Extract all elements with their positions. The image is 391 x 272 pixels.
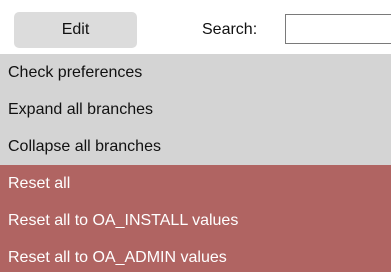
search-input[interactable] [285, 14, 391, 44]
toolbar: Edit Search: [0, 0, 391, 54]
edit-dropdown-menu: Check preferences Expand all branches Co… [0, 54, 391, 272]
menu-item-reset-all-oa-admin[interactable]: Reset all to OA_ADMIN values [0, 239, 391, 272]
menu-item-label: Reset all to OA_INSTALL values [8, 212, 239, 229]
search-label: Search: [202, 21, 258, 38]
menu-item-label: Collapse all branches [8, 138, 161, 155]
menu-item-label: Reset all [8, 175, 71, 192]
menu-item-label: Check preferences [8, 64, 143, 81]
preferences-edit-panel: Edit Search: Check preferences Expand al… [0, 0, 391, 272]
edit-menu-label: Edit [61, 21, 90, 38]
menu-item-expand-all-branches[interactable]: Expand all branches [0, 91, 391, 129]
menu-item-reset-all-oa-install[interactable]: Reset all to OA_INSTALL values [0, 202, 391, 240]
menu-item-label: Reset all to OA_ADMIN values [8, 249, 227, 266]
menu-item-reset-all[interactable]: Reset all [0, 165, 391, 203]
edit-menu-button[interactable]: Edit [14, 12, 137, 48]
menu-item-label: Expand all branches [8, 101, 153, 118]
menu-item-collapse-all-branches[interactable]: Collapse all branches [0, 128, 391, 166]
menu-item-check-preferences[interactable]: Check preferences [0, 54, 391, 92]
